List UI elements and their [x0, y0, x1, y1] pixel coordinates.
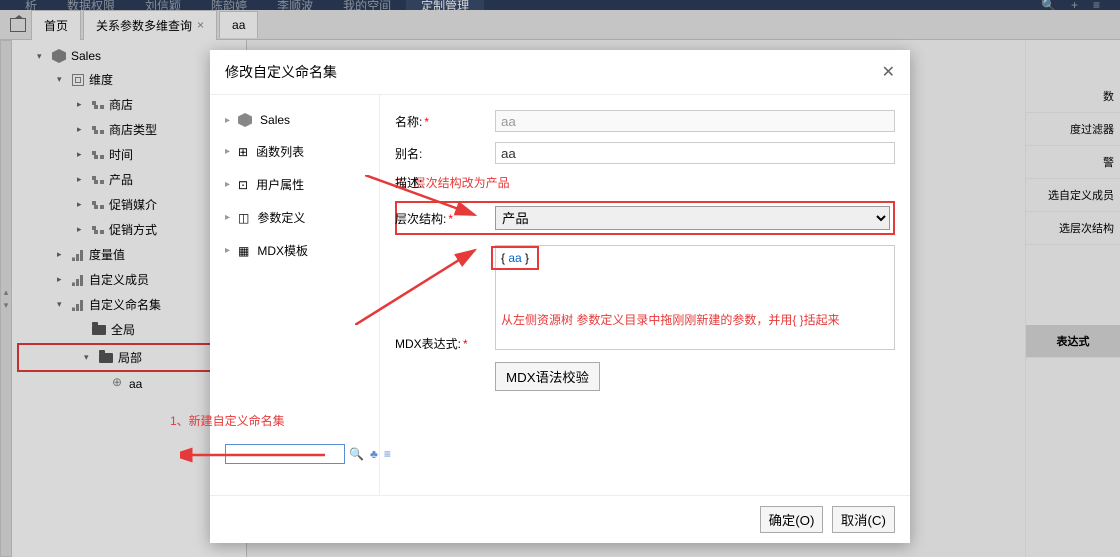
annotation-3: 从左侧资源树 参数定义目录中拖刚刚新建的参数，并用{ }括起来	[501, 311, 889, 328]
mdx-expression-area[interactable]: { aa } 从左侧资源树 参数定义目录中拖刚刚新建的参数，并用{ }括起来	[495, 245, 895, 350]
template-icon: ▦	[238, 244, 249, 258]
hier-label: 层次结构:*	[395, 210, 495, 227]
mdx-check-button[interactable]: MDX语法校验	[495, 362, 600, 391]
dialog-title: 修改自定义命名集	[225, 62, 337, 82]
user-icon: ⊡	[238, 178, 248, 192]
dl-user-attr[interactable]: ▸⊡用户属性	[210, 168, 379, 201]
param-token[interactable]: aa	[508, 251, 521, 265]
mdx-label: MDX表达式:*	[395, 335, 495, 352]
function-icon: ⊞	[238, 145, 248, 159]
param-icon: ◫	[238, 211, 249, 225]
dl-func-list[interactable]: ▸⊞函数列表	[210, 135, 379, 168]
dl-param-def[interactable]: ▸◫参数定义	[210, 201, 379, 234]
alias-label: 别名:	[395, 145, 495, 162]
name-input[interactable]	[495, 110, 895, 132]
search-input[interactable]	[225, 444, 345, 464]
dialog-edit-named-set: 修改自定义命名集 ✕ ▸Sales ▸⊞函数列表 ▸⊡用户属性 ▸◫参数定义 ▸…	[210, 50, 910, 543]
search-icon[interactable]: 🔍	[349, 447, 364, 461]
cube-icon	[238, 113, 252, 127]
tree-icon[interactable]: ♣	[370, 447, 378, 461]
close-icon[interactable]: ✕	[882, 62, 895, 82]
ok-button[interactable]: 确定(O)	[760, 506, 824, 533]
alias-input[interactable]	[495, 142, 895, 164]
dl-sales[interactable]: ▸Sales	[210, 105, 379, 135]
modal-overlay: 修改自定义命名集 ✕ ▸Sales ▸⊞函数列表 ▸⊡用户属性 ▸◫参数定义 ▸…	[0, 0, 1120, 557]
dialog-form: 名称:* 别名: 2、层次结构改为产品 描述: 层次结构:* 产品	[380, 95, 910, 495]
desc-label: 描述:	[395, 174, 495, 191]
token-box: { aa }	[491, 246, 539, 270]
dl-mdx-tpl[interactable]: ▸▦MDX模板	[210, 234, 379, 267]
annotation-1: 1、新建自定义命名集	[170, 412, 339, 429]
dialog-left-tree: ▸Sales ▸⊞函数列表 ▸⊡用户属性 ▸◫参数定义 ▸▦MDX模板 1、新建…	[210, 95, 380, 495]
name-label: 名称:*	[395, 113, 495, 130]
cancel-button[interactable]: 取消(C)	[832, 506, 895, 533]
hierarchy-select[interactable]: 产品	[495, 206, 890, 230]
